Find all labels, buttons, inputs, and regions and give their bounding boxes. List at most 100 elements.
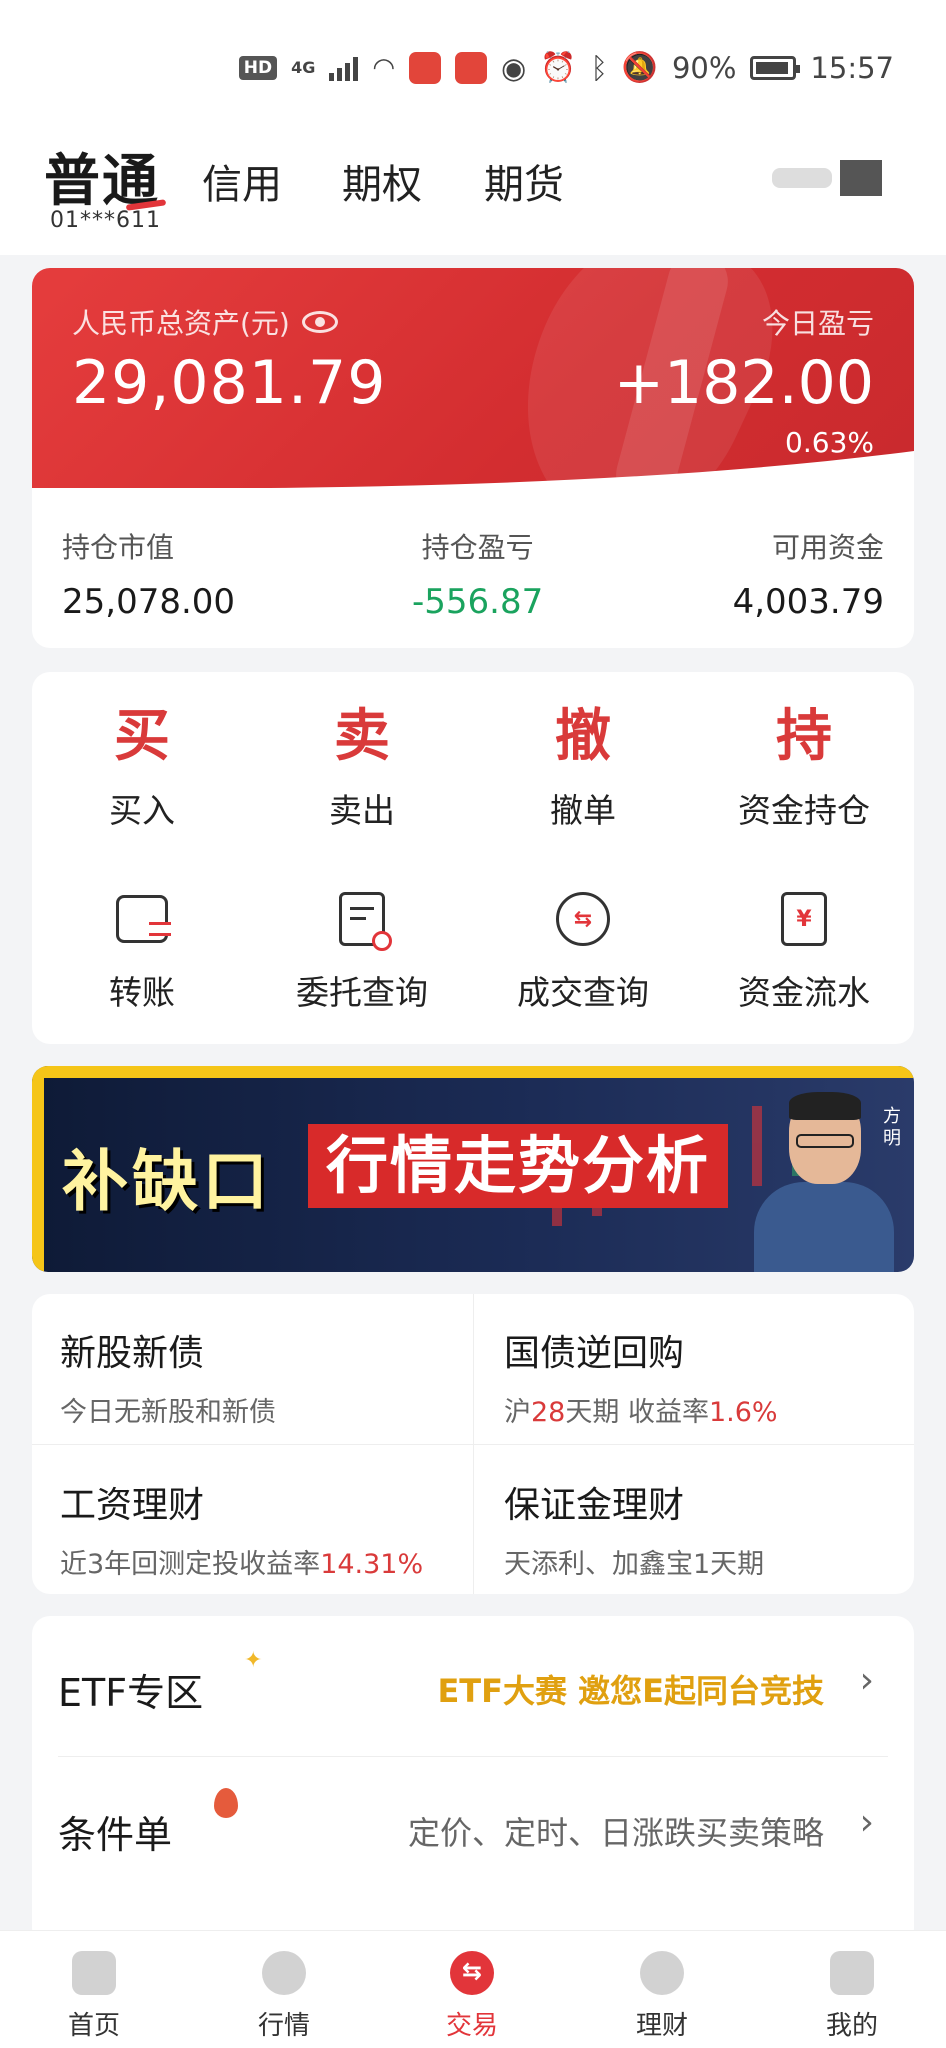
available-funds-value: 4,003.79 xyxy=(732,582,884,622)
tab-options[interactable]: 期权 xyxy=(342,152,422,210)
new-ipo-item[interactable]: 新股新债 今日无新股和新债 xyxy=(60,1324,276,1429)
product-subtitle: 沪28天期 收益率1.6% xyxy=(504,1397,778,1428)
order-query-button[interactable]: 委托查询 xyxy=(252,884,472,1014)
battery-icon xyxy=(750,55,801,80)
banner-border xyxy=(32,1066,914,1078)
app-notification-icon xyxy=(455,51,488,84)
header-right-actions[interactable] xyxy=(772,160,882,196)
eye-comfort-icon: ◉ xyxy=(501,50,527,85)
etf-zone-row[interactable]: ETF专区 ✦ ETF大赛 邀您E起同台竞技 › xyxy=(32,1616,914,1756)
fund-flow-label: 资金流水 xyxy=(738,973,870,1012)
list-item-title: 条件单 xyxy=(58,1813,173,1857)
nav-market[interactable]: 行情 xyxy=(224,1951,344,2042)
sell-glyph: 卖 xyxy=(334,704,390,769)
battery-percent: 90% xyxy=(671,50,737,85)
promo-banner[interactable]: 补缺口 行情走势分析 方明 xyxy=(32,1066,914,1272)
transfer-icon xyxy=(116,895,171,943)
account-number: 01***611 xyxy=(50,208,161,233)
wifi-icon: ◠ xyxy=(372,52,396,83)
list-item-desc: ETF大赛 邀您E起同台竞技 xyxy=(437,1672,824,1710)
deal-query-icon: ⇆ xyxy=(556,892,610,946)
list-item-title: ETF专区 xyxy=(58,1671,204,1715)
header-menu-icon[interactable] xyxy=(840,160,882,196)
order-query-label: 委托查询 xyxy=(296,973,428,1012)
tab-futures[interactable]: 期货 xyxy=(484,152,564,210)
mute-icon: 🔕 xyxy=(621,50,658,84)
trade-actions-grid: 买 买入 卖 卖出 撤 撤单 持 资金持仓 转账 委托查询 ⇆ 成交查询 ¥ 资… xyxy=(32,672,914,1044)
product-title: 国债逆回购 xyxy=(504,1333,685,1374)
banner-title-1: 补缺口 xyxy=(62,1143,272,1220)
positions-glyph: 持 xyxy=(776,704,832,769)
tab-credit[interactable]: 信用 xyxy=(202,152,282,210)
network-indicator: 4G xyxy=(291,58,316,77)
product-title: 保证金理财 xyxy=(504,1485,685,1526)
fund-flow-icon: ¥ xyxy=(781,892,827,946)
sparkle-icon: ✦ xyxy=(244,1648,263,1673)
account-type-tabs: 普通 01***611 信用 期权 期货 xyxy=(0,130,946,255)
cancel-glyph: 撤 xyxy=(555,704,611,769)
banner-border xyxy=(32,1066,44,1272)
presenter-photo xyxy=(754,1092,894,1272)
header-blurred-text xyxy=(772,168,832,188)
asset-summary-card: 人民币总资产(元) 29,081.79 今日盈亏 +182.00 0.63% xyxy=(32,268,914,490)
nav-label: 首页 xyxy=(67,2011,120,2041)
market-value: 25,078.00 xyxy=(62,582,236,622)
today-pnl-value: +182.00 xyxy=(613,348,874,418)
position-pnl-value: -556.87 xyxy=(412,582,544,622)
transfer-button[interactable]: 转账 xyxy=(32,884,252,1014)
total-assets-label: 人民币总资产(元) xyxy=(72,307,290,340)
position-stats: 持仓市值 25,078.00 持仓盈亏 -556.87 可用资金 4,003.7… xyxy=(32,488,914,648)
salary-wealth-item[interactable]: 工资理财 近3年回测定投收益率14.31% xyxy=(60,1476,423,1581)
presenter-name: 方明 xyxy=(883,1106,901,1149)
total-assets-label-row: 人民币总资产(元) xyxy=(72,302,338,342)
product-grid: 新股新债 今日无新股和新债 国债逆回购 沪28天期 收益率1.6% 工资理财 近… xyxy=(32,1294,914,1594)
list-item-desc: 定价、定时、日涨跌买卖策略 xyxy=(407,1814,824,1852)
product-subtitle: 今日无新股和新债 xyxy=(60,1397,276,1428)
total-assets-value: 29,081.79 xyxy=(72,348,387,418)
nav-wealth[interactable]: 理财 xyxy=(602,1951,722,2042)
nav-trade[interactable]: 交易 xyxy=(412,1951,532,2042)
position-pnl-label: 持仓盈亏 xyxy=(421,531,534,564)
market-value-stat: 持仓市值 25,078.00 xyxy=(62,526,235,622)
today-pnl-label: 今日盈亏 xyxy=(761,307,874,340)
buy-button[interactable]: 买 买入 xyxy=(32,702,252,832)
buy-glyph: 买 xyxy=(114,704,170,769)
product-title: 工资理财 xyxy=(60,1485,205,1526)
divider xyxy=(58,1756,888,1757)
position-pnl-stat: 持仓盈亏 -556.87 xyxy=(412,526,543,622)
product-subtitle: 天添利、加鑫宝1天期 xyxy=(504,1549,765,1580)
chevron-right-icon: › xyxy=(859,1802,874,1843)
conditional-order-row[interactable]: 条件单 定价、定时、日涨跌买卖策略 › xyxy=(32,1758,914,1898)
sell-button[interactable]: 卖 卖出 xyxy=(252,702,472,832)
transfer-label: 转账 xyxy=(109,973,175,1012)
fund-flow-button[interactable]: ¥ 资金流水 xyxy=(694,884,914,1014)
trade-icon xyxy=(450,1951,494,1995)
available-funds-stat: 可用资金 4,003.79 xyxy=(733,526,884,622)
nav-label: 我的 xyxy=(825,2011,878,2041)
feature-list: ETF专区 ✦ ETF大赛 邀您E起同台竞技 › 条件单 定价、定时、日涨跌买卖… xyxy=(32,1616,914,1946)
card-wave xyxy=(32,451,914,490)
app-notification-icon xyxy=(409,51,442,84)
hd-indicator: HD xyxy=(238,55,278,80)
nav-label: 交易 xyxy=(445,2011,498,2041)
positions-button[interactable]: 持 资金持仓 xyxy=(694,702,914,832)
nav-home[interactable]: 首页 xyxy=(34,1951,154,2042)
cancel-order-button[interactable]: 撤 撤单 xyxy=(473,702,693,832)
signal-icon xyxy=(329,55,359,81)
bottom-nav: 首页 行情 交易 理财 我的 xyxy=(0,1930,946,2048)
divider xyxy=(32,1444,914,1445)
market-icon xyxy=(262,1951,306,1995)
reverse-repo-item[interactable]: 国债逆回购 沪28天期 收益率1.6% xyxy=(504,1324,778,1429)
market-value-label: 持仓市值 xyxy=(62,531,175,564)
product-subtitle: 近3年回测定投收益率14.31% xyxy=(60,1549,424,1580)
eye-icon[interactable] xyxy=(301,311,338,333)
deal-query-button[interactable]: ⇆ 成交查询 xyxy=(473,884,693,1014)
nav-profile[interactable]: 我的 xyxy=(792,1951,912,2042)
cancel-label: 撤单 xyxy=(550,791,616,830)
nav-label: 理财 xyxy=(635,2011,688,2041)
margin-wealth-item[interactable]: 保证金理财 天添利、加鑫宝1天期 xyxy=(504,1476,764,1581)
wealth-icon xyxy=(640,1951,684,1995)
status-bar: HD 4G ◠ ◉ ⏰ ᛒ 🔕 90% 15:57 xyxy=(0,0,946,130)
product-title: 新股新债 xyxy=(60,1333,205,1374)
sell-label: 卖出 xyxy=(329,791,395,830)
